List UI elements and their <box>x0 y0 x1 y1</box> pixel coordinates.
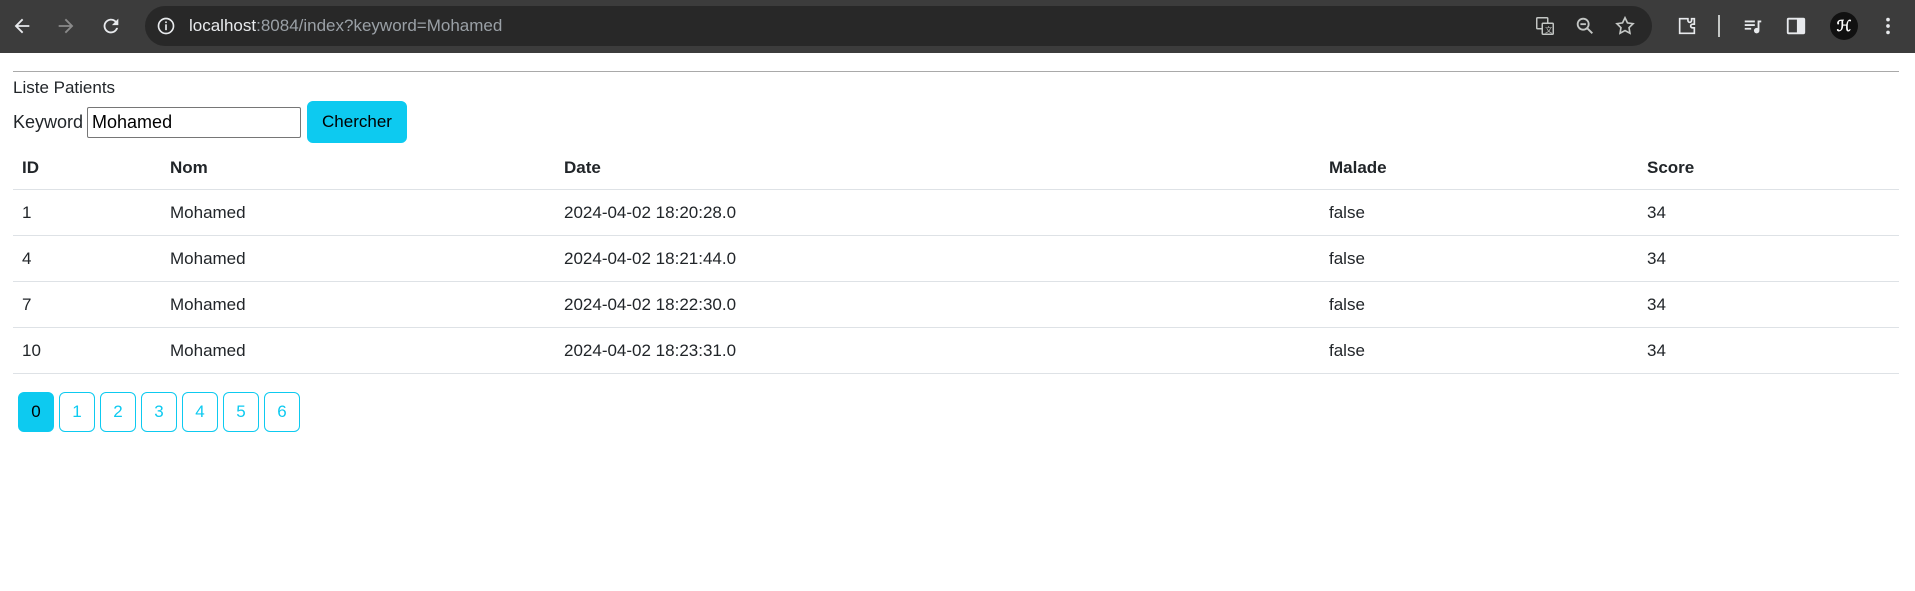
cell-score: 34 <box>1638 189 1899 236</box>
header-score: Score <box>1638 144 1899 190</box>
cell-nom: Mohamed <box>161 189 555 236</box>
browser-toolbar: localhost:8084/index?keyword=Mohamed 文 ℋ <box>0 0 1915 53</box>
cell-nom: Mohamed <box>161 327 555 374</box>
extensions-icon[interactable] <box>1670 9 1704 43</box>
pagination: 0 1 2 3 4 5 6 <box>18 392 1899 432</box>
cell-id: 1 <box>13 189 161 236</box>
table-row: 1 Mohamed 2024-04-02 18:20:28.0 false 34 <box>13 189 1899 236</box>
patients-panel: Liste Patients Keyword Chercher ID Nom D… <box>13 71 1899 432</box>
panel-heading: Liste Patients <box>13 78 116 97</box>
table-row: 7 Mohamed 2024-04-02 18:22:30.0 false 34 <box>13 281 1899 328</box>
cell-score: 34 <box>1638 281 1899 328</box>
patients-table: ID Nom Date Malade Score 1 Mohamed 2024-… <box>13 144 1899 374</box>
side-panel-icon[interactable] <box>1779 9 1813 43</box>
cell-malade: false <box>1320 235 1638 282</box>
cell-id: 4 <box>13 235 161 282</box>
cell-malade: false <box>1320 281 1638 328</box>
back-icon[interactable] <box>5 9 39 43</box>
reload-icon[interactable] <box>94 9 128 43</box>
table-row: 10 Mohamed 2024-04-02 18:23:31.0 false 3… <box>13 327 1899 374</box>
zoom-icon[interactable] <box>1572 14 1598 38</box>
page-button-2[interactable]: 2 <box>100 392 136 432</box>
cell-score: 34 <box>1638 327 1899 374</box>
cell-nom: Mohamed <box>161 235 555 282</box>
header-id: ID <box>13 144 161 190</box>
translate-icon[interactable]: 文 <box>1532 14 1558 38</box>
header-malade: Malade <box>1320 144 1638 190</box>
search-form: Keyword Chercher <box>13 100 1899 144</box>
media-control-icon[interactable] <box>1736 9 1770 43</box>
bookmark-star-icon[interactable] <box>1612 14 1638 38</box>
search-button[interactable]: Chercher <box>307 101 407 143</box>
page-content: Liste Patients Keyword Chercher ID Nom D… <box>0 53 1915 432</box>
page-button-6[interactable]: 6 <box>264 392 300 432</box>
page-button-3[interactable]: 3 <box>141 392 177 432</box>
cell-id: 10 <box>13 327 161 374</box>
keyword-label: Keyword <box>13 111 84 132</box>
header-date: Date <box>555 144 1320 190</box>
page-button-0[interactable]: 0 <box>18 392 54 432</box>
header-nom: Nom <box>161 144 555 190</box>
cell-score: 34 <box>1638 235 1899 282</box>
cell-id: 7 <box>13 281 161 328</box>
cell-date: 2024-04-02 18:20:28.0 <box>555 189 1320 236</box>
cell-malade: false <box>1320 327 1638 374</box>
keyword-input[interactable] <box>87 106 302 138</box>
page-button-4[interactable]: 4 <box>182 392 218 432</box>
page-button-1[interactable]: 1 <box>59 392 95 432</box>
cell-date: 2024-04-02 18:22:30.0 <box>555 281 1320 328</box>
page-button-5[interactable]: 5 <box>223 392 259 432</box>
cell-date: 2024-04-02 18:23:31.0 <box>555 327 1320 374</box>
menu-kebab-icon[interactable] <box>1871 9 1905 43</box>
forward-icon[interactable] <box>49 9 83 43</box>
site-info-icon[interactable] <box>155 15 177 37</box>
cell-nom: Mohamed <box>161 281 555 328</box>
toolbar-separator <box>1718 15 1720 37</box>
address-bar[interactable]: localhost:8084/index?keyword=Mohamed 文 <box>145 6 1652 46</box>
table-header-row: ID Nom Date Malade Score <box>13 144 1899 190</box>
svg-text:文: 文 <box>1545 25 1553 34</box>
profile-avatar[interactable]: ℋ <box>1830 12 1858 40</box>
table-row: 4 Mohamed 2024-04-02 18:21:44.0 false 34 <box>13 235 1899 282</box>
cell-malade: false <box>1320 189 1638 236</box>
url-text[interactable]: localhost:8084/index?keyword=Mohamed <box>189 16 502 36</box>
cell-date: 2024-04-02 18:21:44.0 <box>555 235 1320 282</box>
